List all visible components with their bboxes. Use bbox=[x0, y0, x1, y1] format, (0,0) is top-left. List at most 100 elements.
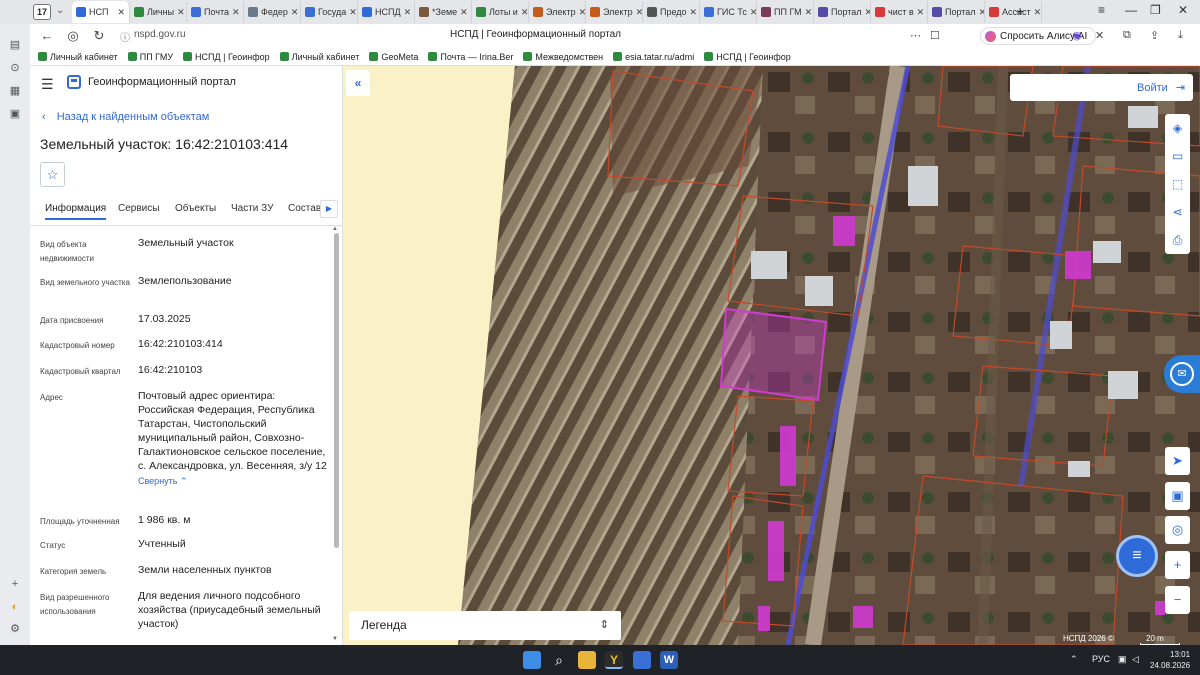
camera-icon[interactable]: ▣ bbox=[8, 107, 22, 121]
tray-chevron-icon[interactable]: ⌃ bbox=[1070, 654, 1078, 665]
url-field[interactable]: nspd.gov.ru bbox=[134, 29, 186, 40]
panel-scrollbar[interactable] bbox=[334, 233, 339, 548]
close-tab-icon[interactable]: ✕ bbox=[750, 7, 756, 18]
minimize-icon[interactable]: — bbox=[1125, 3, 1137, 17]
extensions-icon[interactable]: ⧉ bbox=[1123, 29, 1131, 42]
selected-parcel[interactable] bbox=[719, 307, 828, 402]
more-icon[interactable]: ⋯ bbox=[910, 29, 921, 42]
shield-icon[interactable]: ◎ bbox=[60, 28, 86, 44]
settings-icon[interactable]: ⚙ bbox=[8, 622, 22, 636]
location-pin-icon[interactable]: ◎ bbox=[1165, 516, 1190, 544]
basemap-icon[interactable]: ▣ bbox=[1165, 482, 1190, 510]
login-button[interactable]: Войти ⇥ bbox=[1010, 74, 1193, 101]
bookmark-item[interactable]: Межведомствен bbox=[523, 52, 603, 62]
browser-tab[interactable]: Предо ✕ bbox=[643, 1, 700, 23]
scroll-down-arrow-icon[interactable]: ▼ bbox=[332, 636, 338, 642]
browser-tab[interactable]: Личны ✕ bbox=[130, 1, 187, 23]
bookmark-item[interactable]: НСПД | Геоинфор bbox=[183, 52, 270, 62]
bookmark-item[interactable]: Личный кабинет bbox=[38, 52, 118, 62]
close-tab-icon[interactable]: ✕ bbox=[291, 7, 299, 18]
extension-icon[interactable]: ◉ bbox=[1072, 29, 1082, 42]
tab-information[interactable]: Информация bbox=[45, 203, 107, 220]
search-icon[interactable]: ⌕ bbox=[550, 651, 568, 669]
legend-dropdown[interactable]: Легенда ⇕ bbox=[349, 611, 621, 640]
download-icon[interactable]: ⤓ bbox=[1178, 29, 1183, 42]
browser-tab[interactable]: НСП ✕ bbox=[72, 1, 130, 23]
back-to-results-link[interactable]: ‹ Назад к найденным объектам bbox=[42, 111, 209, 123]
share-map-icon[interactable]: ⋖ bbox=[1165, 198, 1190, 226]
close-tab-icon[interactable]: ✕ bbox=[349, 7, 357, 18]
bookmark-item[interactable]: ПП ГМУ bbox=[127, 52, 173, 62]
tab-services[interactable]: Сервисы bbox=[118, 203, 159, 214]
tab-composition[interactable]: Состав bbox=[288, 203, 321, 214]
satellite-map[interactable]: « Войти ⇥ ◈ ▭ ⬚ ⋖ ⎙ ✉ ➤ ▣ ◎ + − ≡ Легенд… bbox=[343, 66, 1200, 645]
browser-tab[interactable]: чист в ✕ bbox=[871, 1, 928, 23]
close-tab-icon[interactable]: ✕ bbox=[404, 7, 412, 18]
collections-icon[interactable]: ▤ bbox=[8, 38, 22, 52]
scroll-up-arrow-icon[interactable]: ▲ bbox=[332, 226, 338, 232]
collapse-panel-button[interactable]: « bbox=[346, 70, 370, 96]
volume-icon[interactable]: ◁ bbox=[1132, 654, 1139, 665]
close-tab-icon[interactable]: ✕ bbox=[117, 7, 125, 18]
browser-tab[interactable]: *Земе ✕ bbox=[415, 1, 472, 23]
browser-tab[interactable]: Электр ✕ bbox=[529, 1, 586, 23]
back-arrow-icon[interactable]: ← bbox=[34, 28, 60, 43]
new-tab-button[interactable]: + bbox=[1016, 3, 1024, 19]
ruler-icon[interactable]: ▭ bbox=[1165, 142, 1190, 170]
layers-icon[interactable]: ◈ bbox=[1165, 114, 1190, 142]
reload-icon[interactable]: ↻ bbox=[86, 28, 112, 44]
menu-icon[interactable]: ≡ bbox=[1098, 3, 1105, 17]
area-select-icon[interactable]: ⬚ bbox=[1165, 170, 1190, 198]
help-widget[interactable]: ✉ bbox=[1164, 355, 1200, 393]
browser-tab[interactable]: Электр ✕ bbox=[586, 1, 643, 23]
close-tab-icon[interactable]: ✕ bbox=[521, 7, 528, 18]
browser-tab[interactable]: Ассист ✕ bbox=[985, 1, 1042, 23]
network-icon[interactable]: ▣ bbox=[1118, 654, 1127, 665]
yandex-browser-icon[interactable]: Y bbox=[605, 651, 623, 669]
print-icon[interactable]: ⎙ bbox=[1165, 226, 1190, 254]
close-tab-icon[interactable]: ✕ bbox=[177, 7, 185, 18]
close-window-icon[interactable]: ✕ bbox=[1178, 3, 1188, 17]
zoom-out-button[interactable]: − bbox=[1165, 586, 1190, 614]
close-tab-icon[interactable]: ✕ bbox=[460, 7, 468, 18]
zoom-in-button[interactable]: + bbox=[1165, 551, 1190, 579]
tab-count-button[interactable]: 17 bbox=[33, 4, 51, 20]
close-tab-icon[interactable]: ✕ bbox=[917, 7, 925, 18]
tab-list-chevron-icon[interactable]: ⌄ bbox=[56, 5, 64, 16]
bookmark-item[interactable]: НСПД | Геоинфор bbox=[704, 52, 791, 62]
site-info-icon[interactable]: ⓘ bbox=[120, 29, 130, 44]
tasks-icon[interactable]: ⊙ bbox=[8, 61, 22, 75]
close-tab-icon[interactable]: ✕ bbox=[232, 7, 240, 18]
collapse-link[interactable]: Свернуть ⌃ bbox=[138, 474, 334, 488]
chat-button[interactable]: ≡ bbox=[1116, 535, 1158, 577]
browser-tab[interactable]: Портал✕ bbox=[928, 1, 985, 23]
windows-start-icon[interactable] bbox=[523, 651, 541, 669]
close-tab-icon[interactable]: ✕ bbox=[690, 7, 698, 18]
tab-parcel-parts[interactable]: Части ЗУ bbox=[231, 203, 273, 214]
browser-tab[interactable]: Госуда ✕ bbox=[301, 1, 358, 23]
bookmark-item[interactable]: GeoMeta bbox=[369, 52, 418, 62]
bookmark-icon[interactable]: ☐ bbox=[930, 29, 940, 42]
hamburger-menu-icon[interactable]: ☰ bbox=[41, 76, 54, 93]
close-tab-icon[interactable]: ✕ bbox=[579, 7, 585, 18]
browser-tab[interactable]: Почта ✕ bbox=[187, 1, 244, 23]
language-indicator[interactable]: РУС bbox=[1092, 654, 1110, 664]
share-icon[interactable]: ⇪ bbox=[1150, 29, 1159, 42]
close-tab-icon[interactable]: ✕ bbox=[1034, 7, 1041, 18]
browser-tab[interactable]: Портал✕ bbox=[814, 1, 871, 23]
maximize-icon[interactable]: ❐ bbox=[1150, 3, 1161, 17]
bookmark-item[interactable]: Личный кабинет bbox=[279, 52, 359, 62]
add-to-favorites-button[interactable]: ☆ bbox=[40, 162, 65, 187]
add-icon[interactable]: + bbox=[8, 577, 22, 591]
browser-tab[interactable]: ГИС Тс ✕ bbox=[700, 1, 757, 23]
calendar-icon[interactable]: ▦ bbox=[8, 84, 22, 98]
browser-tab[interactable]: ПП ГМ ✕ bbox=[757, 1, 814, 23]
close-tab-icon[interactable]: ✕ bbox=[636, 7, 642, 18]
bookmark-item[interactable]: esia.tatar.ru/admi bbox=[613, 52, 694, 62]
tabs-scroll-right-button[interactable]: ▶ bbox=[320, 200, 338, 218]
file-explorer-icon[interactable] bbox=[578, 651, 596, 669]
geolocation-icon[interactable]: ➤ bbox=[1165, 447, 1190, 475]
browser-tab[interactable]: Федер ✕ bbox=[244, 1, 301, 23]
tools-icon[interactable]: ✕ bbox=[1095, 29, 1104, 42]
word-icon[interactable]: W bbox=[660, 651, 678, 669]
